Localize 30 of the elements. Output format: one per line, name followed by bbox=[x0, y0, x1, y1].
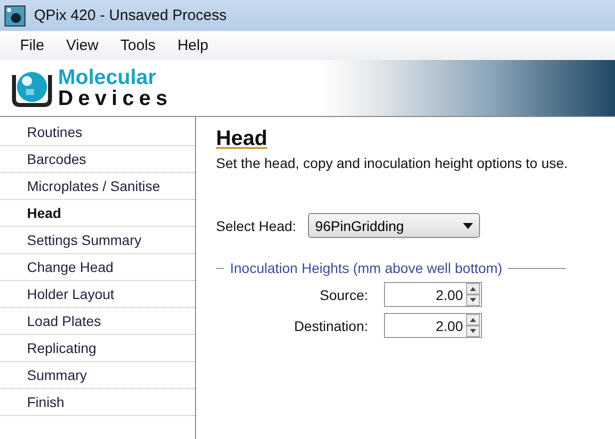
page-heading: Head bbox=[216, 127, 268, 151]
field-label: Source: bbox=[318, 286, 369, 302]
group-title: Inoculation Heights (mm above well bottom) bbox=[230, 260, 502, 276]
menu-item[interactable]: Tools bbox=[112, 37, 170, 54]
sidebar-item[interactable]: Routines bbox=[0, 119, 195, 146]
sidebar-item[interactable]: Settings Summary bbox=[0, 227, 195, 254]
app-icon bbox=[4, 4, 26, 26]
head-dropdown[interactable]: 96PinGridding bbox=[308, 213, 480, 238]
sidebar-item[interactable]: Summary bbox=[0, 362, 195, 389]
page-description: Set the head, copy and inoculation height options to use. bbox=[216, 155, 569, 171]
sidebar-item[interactable]: Barcodes bbox=[0, 146, 195, 173]
logo-text: Molecular bbox=[58, 67, 158, 88]
logo-text: Devices bbox=[58, 88, 172, 109]
caret-icon bbox=[463, 222, 474, 228]
sidebar-item[interactable]: Holder Layout bbox=[0, 281, 195, 308]
sidebar-item[interactable]: Finish bbox=[0, 389, 195, 416]
sidebar-item[interactable]: Head bbox=[0, 200, 195, 227]
field-label: Select Head: bbox=[216, 218, 296, 234]
menu-item[interactable]: Help bbox=[169, 37, 222, 54]
sidebar-item[interactable]: Load Plates bbox=[0, 308, 195, 335]
sidebar-item[interactable]: Change Head bbox=[0, 254, 195, 281]
number-field[interactable]: 2.00 bbox=[384, 282, 482, 307]
sidebar-item[interactable]: Replicating bbox=[0, 335, 195, 362]
menu-item[interactable]: File bbox=[12, 37, 58, 54]
logo-icon bbox=[12, 69, 52, 107]
menu-item[interactable]: View bbox=[58, 37, 112, 54]
sidebar-item[interactable]: Microplates / Sanitise bbox=[0, 173, 195, 200]
number-field[interactable]: 2.00 bbox=[384, 313, 482, 338]
window-title: QPix 420 - Unsaved Process bbox=[34, 7, 227, 24]
field-label: Destination: bbox=[293, 318, 369, 334]
